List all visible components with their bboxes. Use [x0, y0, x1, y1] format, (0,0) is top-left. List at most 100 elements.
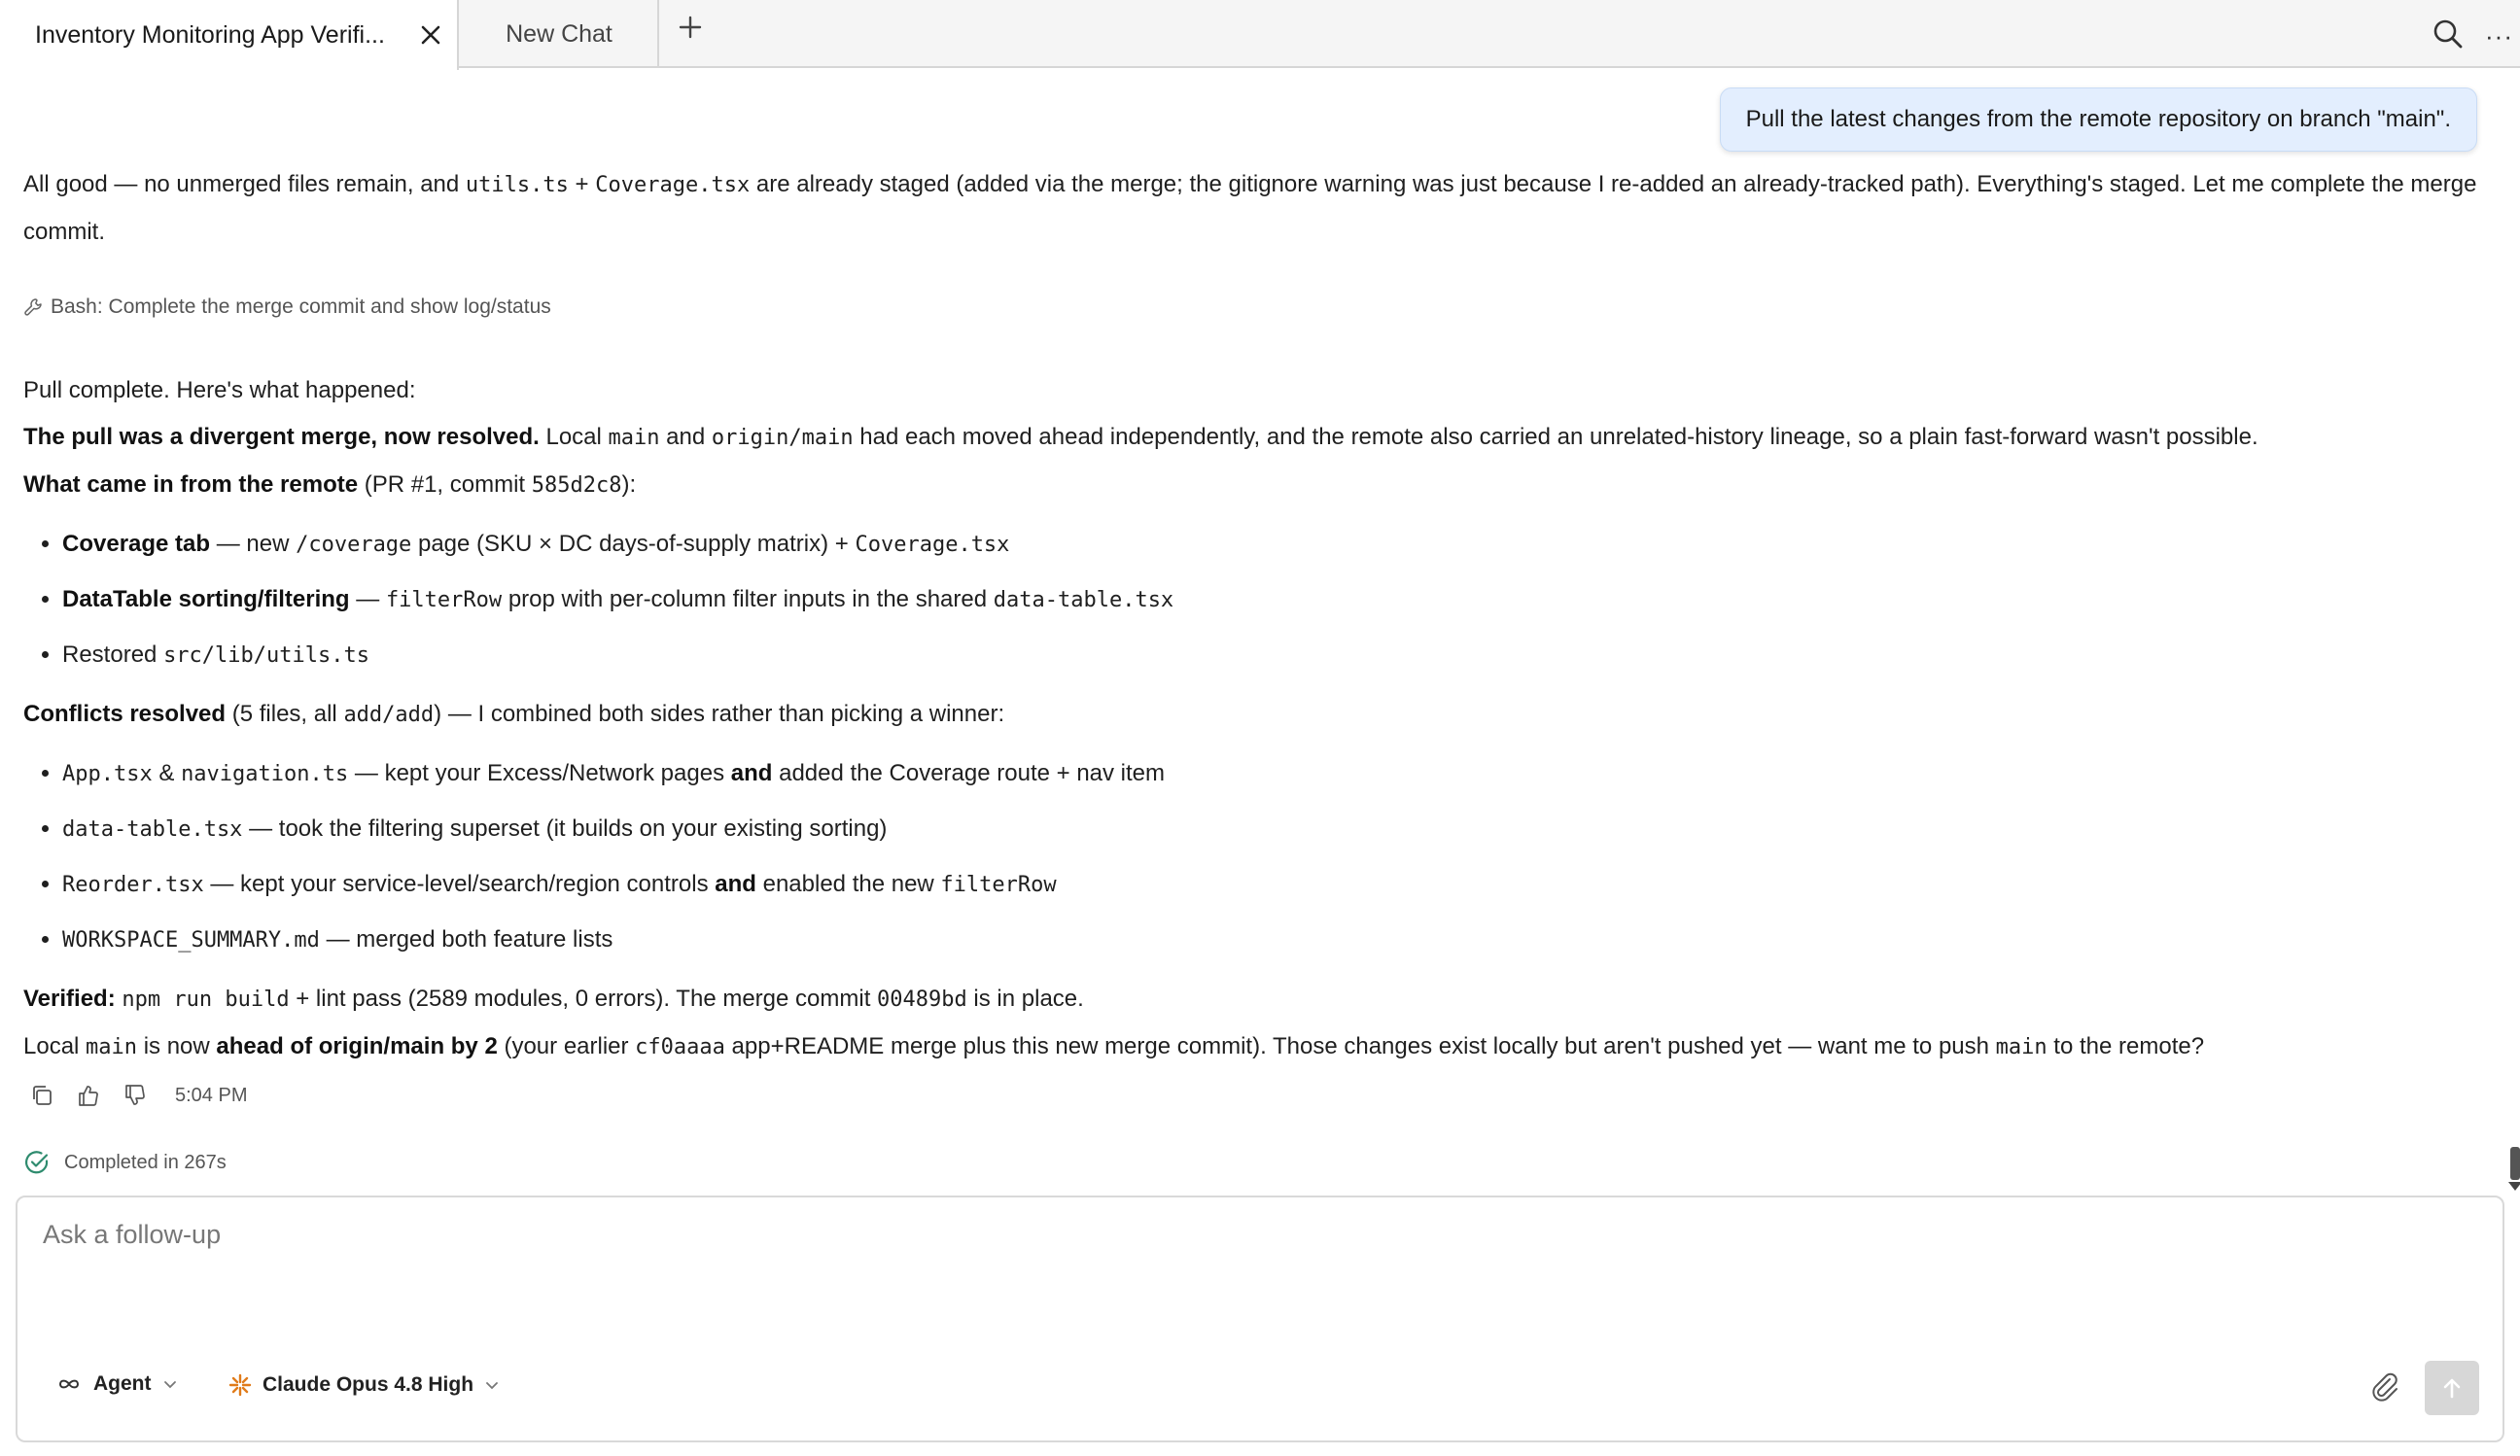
bold-text: The pull was a divergent merge, now reso…: [23, 424, 540, 450]
bold-text: Coverage tab: [62, 531, 211, 557]
conflicts-paragraph: Conflicts resolved (5 files, all add/add…: [23, 691, 2483, 739]
text: — took the filtering superset (it builds…: [242, 815, 888, 842]
text: app+README merge plus this new merge com…: [724, 1033, 1996, 1059]
check-circle-icon: [24, 1151, 49, 1174]
code: App.tsx: [62, 762, 153, 786]
more-icon[interactable]: ···: [2485, 23, 2513, 49]
text: prop with per-column filter inputs in th…: [502, 586, 994, 612]
text: — merged both feature lists: [319, 926, 613, 953]
bold-text: Verified:: [23, 986, 116, 1012]
text: — kept your Excess/Network pages: [348, 760, 731, 786]
code: /coverage: [296, 533, 412, 557]
ahead-paragraph: Local main is now ahead of origin/main b…: [23, 1023, 2483, 1071]
text: (your earlier: [497, 1033, 636, 1059]
tab-new-chat[interactable]: New Chat: [461, 0, 659, 68]
text: ):: [621, 471, 637, 498]
remote-list: Coverage tab — new /coverage page (SKU ×…: [23, 517, 2483, 683]
tool-call[interactable]: Bash: Complete the merge commit and show…: [23, 295, 551, 319]
thumbs-down-icon[interactable]: [122, 1083, 148, 1108]
code: Coverage.tsx: [595, 173, 751, 197]
send-button[interactable]: [2425, 1361, 2479, 1415]
text: added the Coverage route + nav item: [772, 760, 1166, 786]
assistant-summary: Pull complete. Here's what happened: The…: [23, 367, 2483, 1071]
code: origin/main: [711, 426, 854, 450]
text: (5 files, all: [226, 701, 344, 727]
list-item: Reorder.tsx — kept your service-level/se…: [62, 857, 2483, 913]
model-selector[interactable]: Claude Opus 4.8 High: [228, 1372, 499, 1398]
tab-label: New Chat: [506, 19, 612, 48]
message-actions: 5:04 PM: [29, 1083, 247, 1108]
scroll-down-arrow[interactable]: [2508, 1182, 2520, 1191]
tab-bar: Inventory Monitoring App Verifi... New C…: [0, 0, 2520, 70]
text: —: [349, 586, 386, 612]
assistant-intro: All good — no unmerged files remain, and…: [23, 161, 2483, 256]
arrow-up-icon: [2443, 1378, 2461, 1399]
bold-text: ahead of origin/main by 2: [216, 1033, 498, 1059]
code: data-table.tsx: [62, 817, 243, 842]
completed-label: Completed in 267s: [64, 1151, 227, 1173]
code: main: [86, 1035, 138, 1059]
text: is now: [137, 1033, 217, 1059]
text: Local: [539, 424, 609, 450]
text: ) — I combined both sides rather than pi…: [434, 701, 1005, 727]
code: data-table.tsx: [993, 588, 1174, 612]
text: (PR #1, commit: [358, 471, 532, 498]
code: cf0aaaa: [635, 1035, 725, 1059]
code: add/add: [343, 703, 435, 727]
verified-paragraph: Verified: npm run build + lint pass (258…: [23, 976, 2483, 1023]
paperclip-icon[interactable]: [2368, 1370, 2401, 1404]
follow-up-input[interactable]: [41, 1219, 2378, 1251]
code: 585d2c8: [531, 473, 622, 498]
intro-paragraph: All good — no unmerged files remain, and…: [23, 161, 2483, 256]
scrollbar-thumb[interactable]: [2510, 1147, 2520, 1180]
wrench-icon: [24, 298, 42, 316]
text: + lint pass (2589 modules, 0 errors). Th…: [289, 986, 878, 1012]
code: Coverage.tsx: [855, 533, 1010, 557]
user-message-text: Pull the latest changes from the remote …: [1745, 106, 2451, 132]
agent-mode-selector[interactable]: Agent: [56, 1372, 177, 1396]
message-timestamp: 5:04 PM: [175, 1084, 248, 1106]
infinity-icon: [58, 1379, 80, 1389]
code: main: [608, 426, 660, 450]
close-icon[interactable]: [418, 22, 443, 48]
bold-text: What came in from the remote: [23, 471, 359, 498]
chevron-down-icon: [486, 1382, 498, 1390]
code: filterRow: [940, 873, 1057, 897]
text: All good — no unmerged files remain, and: [23, 171, 466, 197]
code: src/lib/utils.ts: [163, 643, 369, 668]
code: filterRow: [385, 588, 503, 612]
bold-text: and: [730, 760, 773, 786]
code: main: [1995, 1035, 2048, 1059]
tab-label: Inventory Monitoring App Verifi...: [35, 20, 385, 49]
code: WORKSPACE_SUMMARY.md: [62, 928, 320, 953]
tool-call-label: Bash: Complete the merge commit and show…: [51, 295, 551, 318]
text: to the remote?: [2047, 1033, 2205, 1059]
list-item: WORKSPACE_SUMMARY.md — merged both featu…: [62, 913, 2483, 968]
code: Reorder.tsx: [62, 873, 204, 897]
conflict-list: App.tsx & navigation.ts — kept your Exce…: [23, 746, 2483, 968]
bold-text: Conflicts resolved: [23, 701, 227, 727]
text: Restored: [62, 641, 164, 668]
copy-icon[interactable]: [29, 1083, 54, 1108]
bold-text: DataTable sorting/filtering: [62, 586, 350, 612]
list-item: DataTable sorting/filtering — filterRow …: [62, 572, 2483, 628]
list-item: data-table.tsx — took the filtering supe…: [62, 802, 2483, 857]
chevron-down-icon: [163, 1381, 176, 1389]
text: had each moved ahead independently, and …: [853, 424, 2258, 450]
tab-inventory-monitoring[interactable]: Inventory Monitoring App Verifi...: [0, 0, 459, 70]
thumbs-up-icon[interactable]: [76, 1083, 101, 1108]
user-message-bubble: Pull the latest changes from the remote …: [1719, 87, 2477, 152]
spark-icon: [228, 1373, 252, 1397]
text: and: [659, 424, 712, 450]
code: npm run build: [122, 988, 290, 1012]
code: utils.ts: [465, 173, 569, 197]
plus-icon[interactable]: [677, 14, 704, 41]
code: 00489bd: [877, 988, 967, 1012]
search-icon[interactable]: [2432, 18, 2464, 50]
text: — new: [210, 531, 297, 557]
remote-paragraph: What came in from the remote (PR #1, com…: [23, 462, 2483, 509]
list-item: Restored src/lib/utils.ts: [62, 628, 2483, 683]
text: &: [152, 760, 182, 786]
text: enabled the new: [755, 871, 941, 897]
text: page (SKU × DC days-of-supply matrix) +: [411, 531, 856, 557]
